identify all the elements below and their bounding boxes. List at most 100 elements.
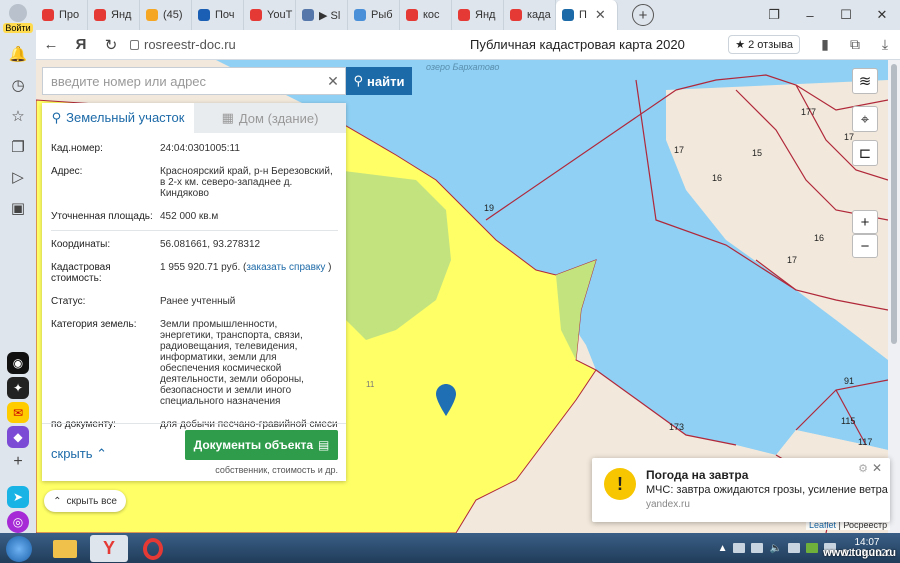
tab-close-icon[interactable]: ✕ [595,7,606,23]
browser-tab[interactable]: ▶ Sl [296,0,348,30]
extensions-icon[interactable]: ⧉ [840,36,870,53]
zen-app-icon[interactable]: ✦ [7,376,29,399]
up-arrow-icon[interactable]: ▲ [718,543,728,554]
back-icon[interactable]: ← [36,36,66,53]
locate-icon[interactable]: ⌖ [852,106,878,132]
network-icon[interactable] [751,543,764,553]
send-app-icon[interactable]: ➤ [7,486,29,509]
find-button[interactable]: ⚲ найти [346,67,412,95]
hide-panel-button[interactable]: скрыть ⌃ [51,446,107,462]
tab-land-plot[interactable]: ⚲ Земельный участок [42,103,194,133]
history-icon[interactable]: ◷ [7,74,29,96]
hide-all-button[interactable]: ⌃ скрыть все [44,490,126,512]
tab-favicon-icon [354,9,366,21]
yandex-browser-taskbar-icon[interactable]: Y [90,535,128,562]
explorer-taskbar-icon[interactable] [46,535,84,562]
order-certificate-link[interactable]: заказать справку [246,262,325,273]
reviews-button[interactable]: ★ 2 отзыва [728,35,800,54]
layers-icon[interactable]: ≋ [852,68,878,94]
tab-favicon-icon [302,9,314,21]
info-row-address: Адрес: Красноярский край, р-н Березовски… [51,166,338,199]
tab-house-label: Дом (здание) [238,110,319,126]
row-value: 56.081661, 93.278312 [160,239,261,250]
zoom-in-button[interactable]: + [852,210,878,234]
browser-tab[interactable]: Янд [452,0,504,30]
tab-house[interactable]: ▦ Дом (здание) [194,103,346,133]
tab-favicon-icon [94,9,106,21]
tab-label: YouT [267,9,293,21]
weather-notification[interactable]: ! Погода на завтра МЧС: завтра ожидаются… [592,458,890,522]
zoom-out-button[interactable]: − [852,234,878,258]
bookmark-icon[interactable]: ▮ [810,36,840,53]
location-pin-icon[interactable] [436,384,456,416]
find-button-label: найти [367,73,405,89]
scrollbar-thumb[interactable] [891,64,897,344]
browser-tab[interactable]: Поч [192,0,244,30]
add-app-icon[interactable]: + [7,451,29,473]
pin-outline-icon: ⚲ [51,109,62,125]
tab-favicon-icon [198,9,210,21]
bell-icon[interactable]: 🔔 [7,43,29,65]
measure-icon[interactable]: ⊏ [852,140,878,166]
login-button[interactable]: Войти [2,4,34,34]
row-key: Координаты: [51,239,111,250]
play-icon[interactable]: ▷ [7,167,29,189]
star-filled-icon: ★ [735,39,746,51]
yandex-logo-icon[interactable]: Я [66,36,96,53]
tab-label: Янд [475,9,496,21]
hide-label: скрыть [51,446,93,461]
tabs-manager-icon[interactable]: ❐ [756,7,792,23]
url-field[interactable]: rosreestr-doc.ru [130,37,350,52]
hide-all-label: скрыть все [66,495,117,507]
browser-tab[interactable]: YouT [244,0,296,30]
download-icon[interactable]: ⤓ [870,36,900,53]
row-value: 452 000 кв.м [160,211,219,222]
calendar-icon[interactable]: ▣ [7,197,29,219]
browser-tab[interactable]: П ✕ [556,0,618,30]
parcel-label: 177 [801,107,817,117]
tab-favicon-icon [562,9,574,21]
row-key: Кадастровая стоимость: [51,262,111,284]
reload-icon[interactable]: ↻ [96,36,126,54]
collections-icon[interactable]: ❐ [7,136,29,158]
browser-tab[interactable]: Про [36,0,88,30]
row-value: 1 955 920.71 руб. (заказать справку ) [160,262,338,284]
messenger-app-icon[interactable]: ◆ [7,426,29,449]
mail-app-icon[interactable]: ✉ [7,401,29,424]
cost-paren: ) [325,262,332,273]
volume-icon[interactable]: 🔈 [769,543,781,554]
yandex-sidebar: Войти 🔔 ◷ ☆ ❐ ▷ ▣ ◉ ✦ ✉ ◆ + ➤ ◎ [0,0,36,534]
building-icon: ▦ [221,110,234,125]
new-tab-button[interactable]: + [632,4,654,26]
gear-icon[interactable]: ⚙ [858,462,868,475]
tab-favicon-icon [510,9,522,21]
maximize-icon[interactable]: ☐ [828,7,864,23]
parcel-label: 11 [366,380,375,389]
close-icon[interactable]: ✕ [872,461,882,475]
object-documents-button[interactable]: Документы объекта ▤ [185,430,338,460]
search-input[interactable] [43,73,321,89]
browser-tab[interactable]: (45) [140,0,192,30]
close-window-icon[interactable]: ✕ [864,7,900,23]
browser-tab[interactable]: Янд [88,0,140,30]
alice-app-icon[interactable]: ◉ [7,351,29,374]
tab-label: Янд [111,9,132,21]
notification-source: yandex.ru [646,499,690,510]
star-icon[interactable]: ☆ [7,105,29,127]
nvidia-icon[interactable] [805,543,818,553]
clear-search-icon[interactable]: ✕ [321,73,345,90]
start-button[interactable] [6,536,32,562]
info-row-area: Уточненная площадь: 452 000 кв.м [51,211,338,222]
info-row-cadnum: Кад.номер: 24:04:0301005:11 [51,143,338,154]
browser-tab[interactable]: Рыб [348,0,400,30]
browser-tab[interactable]: кос [400,0,452,30]
minimize-icon[interactable]: – [792,8,828,23]
warning-icon: ! [604,468,636,500]
purple-app-icon[interactable]: ◎ [7,511,29,534]
battery-icon[interactable] [787,543,800,553]
parcel-label: 115 [841,416,856,426]
opera-taskbar-icon[interactable] [134,535,172,562]
row-key: Категория земель: [51,319,137,330]
browser-tab[interactable]: када [504,0,556,30]
windows-icon[interactable] [733,543,746,553]
